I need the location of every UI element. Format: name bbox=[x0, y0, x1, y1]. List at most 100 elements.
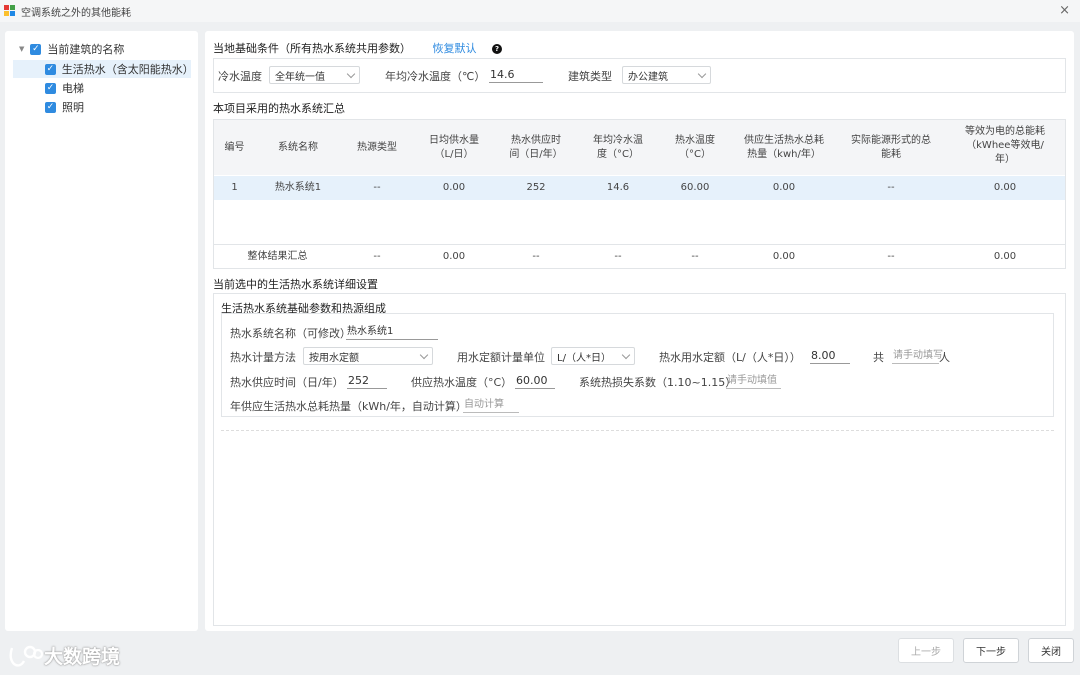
table-cell: 0.00 bbox=[442, 182, 466, 193]
checkbox-checked-icon[interactable]: ✓ bbox=[45, 63, 56, 75]
checkbox-checked-icon[interactable]: ✓ bbox=[30, 43, 42, 55]
tree-item-label: 照明 bbox=[62, 101, 84, 114]
tree-root[interactable]: ▼ ✓ 当前建筑的名称 bbox=[19, 40, 124, 58]
building-type-label: 建筑类型 bbox=[568, 70, 612, 83]
close-button[interactable]: 关闭 bbox=[1028, 638, 1074, 663]
table-cell: -- bbox=[691, 251, 699, 262]
tree-item-lighting[interactable]: ✓ 照明 bbox=[45, 98, 84, 116]
select-value: 全年统一值 bbox=[275, 71, 325, 83]
meter-method-label: 热水计量方法 bbox=[230, 351, 296, 364]
chevron-down-icon bbox=[419, 350, 429, 360]
table-cell: 整体结果汇总 bbox=[247, 251, 308, 262]
basic-title-text: 当地基础条件（所有热水系统共用参数） bbox=[213, 42, 411, 55]
table-header: 编号 系统名称 热源类型 日均供水量 （L/日） 热水供应时 间（日/年） 年均… bbox=[214, 120, 1065, 175]
select-value: L/（人*日） bbox=[557, 352, 611, 364]
col-header: 实际能源形式的总 能耗 bbox=[851, 135, 931, 160]
table-cell: 0.00 bbox=[993, 251, 1017, 262]
watermark: 大数跨境 bbox=[8, 642, 120, 669]
col-header: 供应生活热水总耗 热量（kwh/年） bbox=[744, 135, 824, 160]
table-cell: 252 bbox=[526, 182, 546, 193]
table-cell: -- bbox=[373, 182, 381, 193]
table-cell: -- bbox=[887, 182, 895, 193]
annual-heat-label: 年供应生活热水总耗热量（kWh/年，自动计算） bbox=[230, 400, 467, 413]
select-value: 按用水定额 bbox=[309, 352, 359, 364]
table-cell: 1 bbox=[231, 182, 238, 193]
col-header: 日均供水量 （L/日） bbox=[429, 135, 479, 160]
col-header: 热水温度 （°C） bbox=[675, 135, 715, 160]
supply-temp-input[interactable]: 60.00 bbox=[515, 373, 555, 389]
tree-panel: ▼ ✓ 当前建筑的名称 ✓ 生活热水（含太阳能热水） ✓ 电梯 ✓ 照明 bbox=[5, 31, 198, 631]
loss-coef-label: 系统热损失系数（1.10~1.15） bbox=[579, 376, 737, 389]
col-header: 热源类型 bbox=[357, 142, 397, 153]
detail-box: 生活热水系统基础参数和热源组成 热水系统名称（可修改） 热水系统1 热水计量方法… bbox=[213, 293, 1066, 626]
table-cell: -- bbox=[532, 251, 540, 262]
collapse-triangle-icon[interactable]: ▼ bbox=[19, 45, 24, 53]
annual-cold-temp-label: 年均冷水温度（℃） bbox=[385, 70, 486, 83]
col-header: 年均冷水温 度（°C） bbox=[593, 135, 643, 160]
checkbox-checked-icon[interactable]: ✓ bbox=[45, 82, 56, 94]
quota-input[interactable]: 8.00 bbox=[810, 348, 850, 364]
watermark-logo-icon bbox=[9, 645, 44, 667]
people-count-input[interactable]: 请手动填写 bbox=[892, 348, 943, 364]
chevron-down-icon bbox=[346, 69, 356, 79]
tree-item-elevator[interactable]: ✓ 电梯 bbox=[45, 79, 84, 97]
tree-root-label: 当前建筑的名称 bbox=[47, 43, 125, 56]
loss-coef-input[interactable]: 请手动填值 bbox=[726, 373, 781, 389]
table-cell: 14.6 bbox=[606, 182, 630, 193]
table-cell: -- bbox=[887, 251, 895, 262]
main-panel: 当地基础条件（所有热水系统共用参数） 恢复默认 ? 冷水温度 全年统一值 年均冷… bbox=[205, 31, 1074, 631]
basic-section-title: 当地基础条件（所有热水系统共用参数） 恢复默认 ? bbox=[213, 40, 502, 56]
detail-section-title: 当前选中的生活热水系统详细设置 bbox=[213, 278, 378, 291]
close-icon[interactable]: × bbox=[1059, 3, 1070, 18]
tree-item-label: 电梯 bbox=[62, 82, 84, 95]
table-row[interactable]: 1 热水系统1 -- 0.00 252 14.6 60.00 0.00 -- 0… bbox=[214, 176, 1065, 200]
basic-conditions-box: 冷水温度 全年统一值 年均冷水温度（℃） 14.6 建筑类型 办公建筑 bbox=[213, 58, 1066, 93]
tree-item-label: 生活热水（含太阳能热水） bbox=[61, 63, 194, 76]
col-header: 编号 bbox=[224, 142, 245, 153]
quota-unit-select[interactable]: L/（人*日） bbox=[551, 347, 635, 365]
annual-heat-output: 自动计算 bbox=[463, 397, 519, 413]
table-cell: 热水系统1 bbox=[274, 182, 322, 193]
annual-cold-temp-input[interactable]: 14.6 bbox=[489, 67, 543, 83]
total-label: 共 bbox=[873, 351, 884, 364]
quota-label: 热水用水定额（L/（人*日）） bbox=[659, 351, 801, 364]
quota-unit-label: 用水定额计量单位 bbox=[457, 351, 545, 364]
people-unit-label: 人 bbox=[939, 351, 950, 364]
select-value: 办公建筑 bbox=[628, 71, 668, 83]
divider bbox=[221, 430, 1054, 431]
table-cell: 0.00 bbox=[442, 251, 466, 262]
system-name-input[interactable]: 热水系统1 bbox=[346, 324, 438, 340]
col-header: 等效为电的总能耗 （kWhee等效电/ 年） bbox=[965, 126, 1045, 165]
col-header: 系统名称 bbox=[278, 142, 318, 153]
meter-method-select[interactable]: 按用水定额 bbox=[303, 347, 433, 365]
window-title: 空调系统之外的其他能耗 bbox=[21, 7, 131, 19]
help-icon[interactable]: ? bbox=[492, 44, 502, 54]
watermark-text: 大数跨境 bbox=[44, 646, 121, 668]
checkbox-checked-icon[interactable]: ✓ bbox=[45, 101, 56, 113]
table-cell: -- bbox=[614, 251, 622, 262]
cold-water-temp-label: 冷水温度 bbox=[218, 70, 262, 83]
summary-table: 编号 系统名称 热源类型 日均供水量 （L/日） 热水供应时 间（日/年） 年均… bbox=[213, 119, 1066, 269]
table-cell: 0.00 bbox=[772, 251, 796, 262]
supply-temp-label: 供应热水温度（°C） bbox=[411, 376, 513, 389]
restore-default-link[interactable]: 恢复默认 bbox=[433, 42, 477, 55]
chevron-down-icon bbox=[621, 350, 631, 360]
table-cell: 60.00 bbox=[680, 182, 710, 193]
next-button[interactable]: 下一步 bbox=[963, 638, 1019, 663]
detail-params-box: 热水系统名称（可修改） 热水系统1 热水计量方法 按用水定额 用水定额计量单位 … bbox=[221, 313, 1054, 417]
app-icon bbox=[4, 5, 17, 17]
title-bar: 空调系统之外的其他能耗 × bbox=[0, 0, 1080, 22]
table-cell: -- bbox=[373, 251, 381, 262]
summary-section-title: 本项目采用的热水系统汇总 bbox=[213, 102, 345, 115]
cold-water-temp-select[interactable]: 全年统一值 bbox=[269, 66, 360, 84]
tree-item-hot-water[interactable]: ✓ 生活热水（含太阳能热水） bbox=[13, 60, 194, 78]
prev-button[interactable]: 上一步 bbox=[898, 638, 954, 663]
table-cell: 0.00 bbox=[993, 182, 1017, 193]
system-name-label: 热水系统名称（可修改） bbox=[230, 327, 351, 340]
supply-time-label: 热水供应时间（日/年） bbox=[230, 376, 344, 389]
supply-time-input[interactable]: 252 bbox=[347, 373, 387, 389]
table-cell: 0.00 bbox=[772, 182, 796, 193]
col-header: 热水供应时 间（日/年） bbox=[509, 135, 563, 160]
building-type-select[interactable]: 办公建筑 bbox=[622, 66, 711, 84]
table-total-row: 整体结果汇总 -- 0.00 -- -- -- 0.00 -- 0.00 bbox=[214, 244, 1065, 268]
